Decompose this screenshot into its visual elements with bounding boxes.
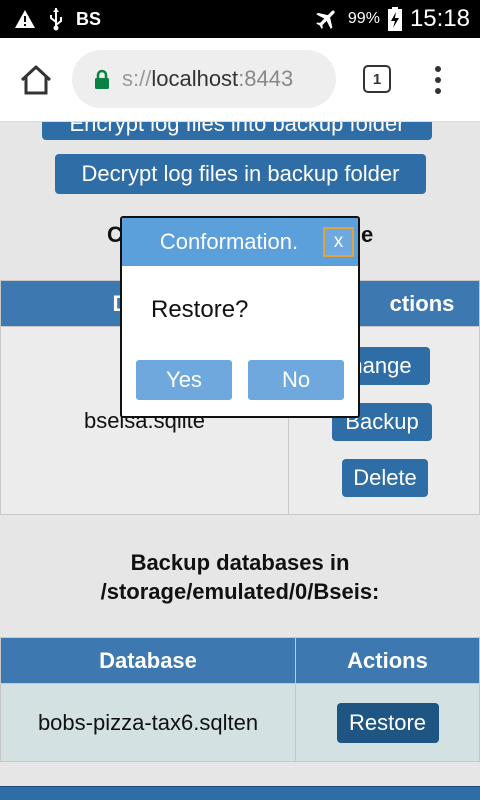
- airplane-icon: [316, 10, 335, 29]
- close-button[interactable]: x: [323, 227, 354, 257]
- battery-charging-icon: [387, 7, 402, 31]
- backup-database-name: bobs-pizza-tax6.sqlten: [0, 683, 296, 762]
- dialog-header: Conformation. x: [122, 218, 358, 266]
- warning-icon: [15, 10, 35, 28]
- carrier-label: BS: [76, 8, 102, 29]
- status-bar: BS 99% 15:18: [0, 0, 480, 38]
- backup-databases-heading: Backup databases in /storage/emulated/0/…: [0, 548, 480, 606]
- lock-icon: [95, 69, 109, 89]
- heading2-line1: Backup databases in: [130, 550, 350, 575]
- home-icon[interactable]: [18, 64, 54, 96]
- backup-actions-cell: Restore: [295, 683, 480, 762]
- encrypt-logs-button[interactable]: Encrypt log files into backup folder: [42, 122, 432, 140]
- url-host: localhost: [151, 66, 239, 91]
- url-bar[interactable]: s://localhost:8443: [72, 50, 336, 108]
- url-scheme: s://: [122, 66, 152, 91]
- url-port: :8443: [238, 66, 294, 91]
- clock: 15:18: [409, 5, 470, 32]
- browser-toolbar: s://localhost:8443 1: [0, 38, 480, 122]
- tab-count: 1: [372, 70, 382, 88]
- confirmation-dialog: Conformation. x Restore? Yes No: [120, 216, 360, 418]
- no-button[interactable]: No: [248, 360, 344, 400]
- usb-icon: [50, 8, 62, 31]
- footer-bar: [0, 786, 480, 800]
- table-row: bobs-pizza-tax6.sqlten Restore: [0, 683, 480, 762]
- url-text: s://localhost:8443: [122, 66, 293, 92]
- restore-button[interactable]: Restore: [336, 702, 439, 743]
- dialog-message: Restore?: [151, 296, 249, 323]
- table2-header-actions: Actions: [295, 637, 480, 684]
- backup-database-table: Database Actions bobs-pizza-tax6.sqlten …: [0, 637, 480, 762]
- delete-button[interactable]: Delete: [342, 459, 428, 497]
- table2-header-database: Database: [0, 637, 296, 684]
- tabs-icon[interactable]: 1: [363, 65, 391, 93]
- yes-button[interactable]: Yes: [136, 360, 232, 400]
- heading2-line2: /storage/emulated/0/Bseis:: [100, 579, 380, 604]
- decrypt-logs-button[interactable]: Decrypt log files in backup folder: [55, 154, 426, 194]
- heading1-right: e: [361, 222, 374, 247]
- more-menu-icon[interactable]: [428, 64, 448, 96]
- dialog-title: Conformation.: [159, 229, 299, 254]
- battery-percent: 99%: [347, 10, 380, 27]
